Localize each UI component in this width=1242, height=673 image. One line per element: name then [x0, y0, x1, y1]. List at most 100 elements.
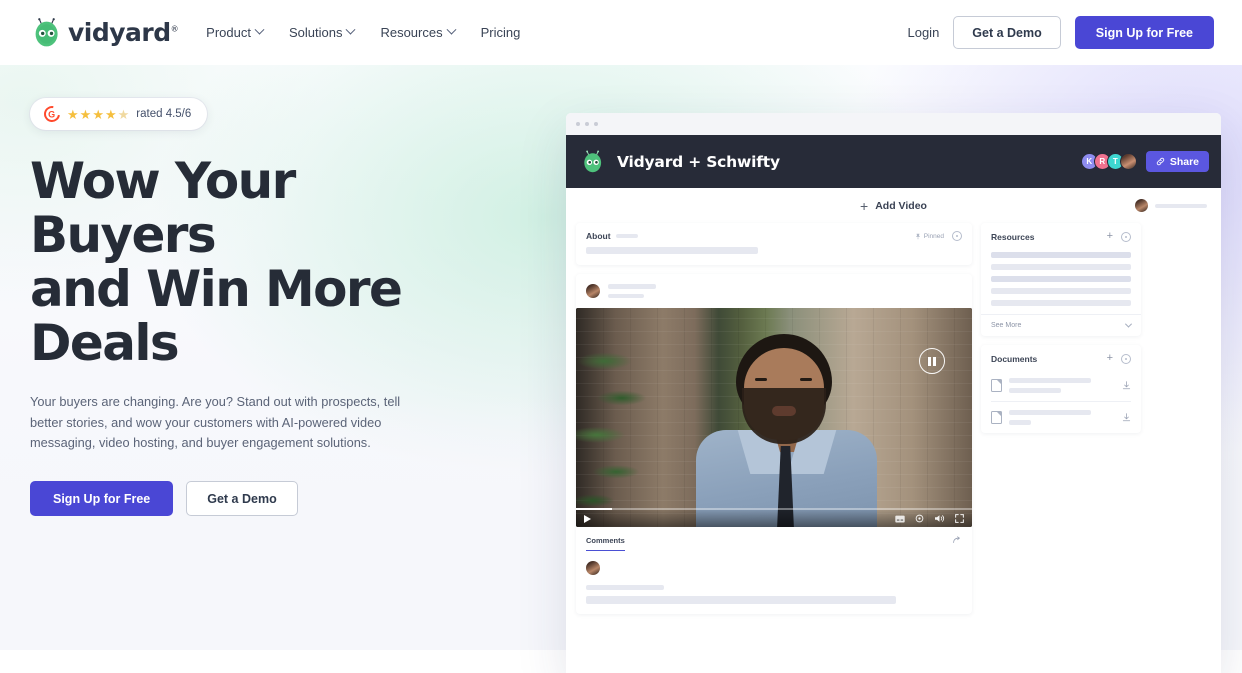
video-author-row [576, 274, 972, 308]
document-row[interactable] [981, 370, 1141, 401]
add-video-label: Add Video [875, 199, 927, 212]
resource-line [991, 300, 1131, 306]
about-card-body [576, 247, 972, 265]
pause-overlay-button[interactable] [919, 348, 945, 374]
resource-line [991, 288, 1131, 294]
login-link[interactable]: Login [907, 25, 939, 40]
about-text-placeholder [586, 247, 758, 254]
author-name-placeholder [608, 284, 656, 289]
nav-actions: Login Get a Demo Sign Up for Free [907, 16, 1214, 49]
video-plant [576, 316, 671, 521]
document-name-placeholder [1009, 410, 1091, 415]
user-avatar[interactable] [1135, 199, 1148, 212]
play-icon[interactable] [584, 514, 591, 523]
nav-item-resources[interactable]: Resources [380, 24, 457, 40]
hero-subcopy: Your buyers are changing. Are you? Stand… [30, 394, 401, 451]
star-rating: ★ ★ ★ ★ ★ [67, 108, 129, 121]
download-icon[interactable] [1122, 381, 1131, 390]
volume-icon[interactable] [934, 514, 945, 523]
vidyard-logo-icon [30, 16, 64, 50]
workspace-header-actions: K R T Share [1080, 151, 1209, 172]
window-dot-icon [585, 122, 589, 126]
nav-item-pricing[interactable]: Pricing [481, 25, 521, 40]
about-card-actions: Pinned [915, 231, 962, 241]
tab-comments[interactable]: Comments [586, 536, 625, 551]
add-document-icon[interactable]: + [1107, 353, 1113, 364]
add-resource-icon[interactable]: + [1107, 231, 1113, 242]
hero-cta-group: Sign Up for Free Get a Demo [30, 481, 460, 517]
video-subject-person [694, 334, 879, 527]
get-a-demo-button[interactable]: Get a Demo [953, 16, 1061, 49]
about-title-placeholder [615, 234, 638, 238]
documents-card-header: Documents + [981, 345, 1141, 370]
star-icon: ★ [92, 106, 104, 122]
commenter-avatar[interactable] [586, 561, 600, 575]
settings-gear-icon[interactable] [915, 514, 924, 523]
vidyard-logo[interactable]: vidyard® [30, 16, 179, 50]
star-half-icon: ★ [117, 106, 130, 122]
document-name-placeholder [1009, 378, 1091, 383]
video-controls-right [895, 514, 964, 523]
hero-sign-up-button[interactable]: Sign Up for Free [30, 481, 174, 517]
video-meta-placeholder [608, 294, 644, 298]
workspace-logo-icon [580, 149, 606, 175]
person-mouth [772, 406, 796, 416]
g2-glyph: G [48, 109, 56, 120]
video-player[interactable] [576, 308, 972, 527]
fullscreen-icon[interactable] [955, 514, 964, 523]
document-row[interactable] [981, 402, 1141, 433]
toolbar-user [1135, 199, 1207, 212]
window-dot-icon [594, 122, 598, 126]
person-eye-left [755, 378, 767, 381]
resource-line [991, 276, 1131, 282]
captions-icon[interactable] [895, 515, 905, 523]
video-controls [576, 510, 972, 527]
document-meta-placeholder [1009, 420, 1031, 425]
file-icon [991, 411, 1002, 424]
comment-author-placeholder [586, 585, 664, 590]
sign-up-button[interactable]: Sign Up for Free [1074, 16, 1214, 49]
comments-section-header: Comments [576, 527, 972, 551]
nav-item-product[interactable]: Product [206, 24, 265, 40]
workspace-body: About Pinned Comments Resources + See Mo… [566, 223, 1221, 623]
avatar-photo[interactable] [1119, 153, 1137, 170]
pinned-label: Pinned [923, 232, 944, 240]
top-navbar: vidyard® Product Solutions Resources Pri… [0, 0, 1242, 65]
rating-badge[interactable]: G ★ ★ ★ ★ ★ rated 4.5/6 [30, 98, 208, 130]
product-screenshot-mockup: Vidyard + Schwifty K R T Share + Add Vid… [566, 113, 1221, 673]
pinned-badge[interactable]: Pinned [915, 233, 944, 240]
headline-line-2: and Win More Deals [30, 260, 403, 372]
documents-card-title: Documents [991, 353, 1038, 364]
resource-line [991, 252, 1131, 258]
nav-item-solutions[interactable]: Solutions [289, 24, 356, 40]
author-avatar[interactable] [586, 284, 600, 298]
gear-icon[interactable] [1121, 353, 1131, 364]
reply-arrow-icon[interactable] [953, 536, 962, 544]
hero-content: G ★ ★ ★ ★ ★ rated 4.5/6 Wow Your Buyers … [30, 98, 460, 517]
download-icon[interactable] [1122, 413, 1131, 422]
add-video-button[interactable]: + Add Video [860, 199, 927, 213]
primary-nav: Product Solutions Resources Pricing [206, 24, 521, 40]
plus-icon: + [860, 197, 869, 214]
video-card: Comments [576, 274, 972, 614]
pause-bar-icon [928, 356, 931, 366]
resources-card-title: Resources [991, 231, 1035, 242]
window-dot-icon [576, 122, 580, 126]
link-icon [1156, 157, 1165, 166]
comment-input-placeholder[interactable] [586, 596, 896, 604]
resources-list [981, 248, 1141, 314]
gear-icon[interactable] [1121, 231, 1131, 242]
resources-card-header: Resources + [981, 223, 1141, 248]
file-icon [991, 379, 1002, 392]
gear-icon[interactable] [952, 231, 962, 241]
nav-item-resources-label: Resources [380, 25, 443, 40]
nav-item-pricing-label: Pricing [480, 25, 521, 40]
see-more-button[interactable]: See More [981, 314, 1141, 336]
hero-get-a-demo-button[interactable]: Get a Demo [186, 481, 298, 517]
about-card-title: About [586, 231, 611, 241]
see-more-label: See More [991, 322, 1022, 329]
vidyard-wordmark-text: vidyard [68, 18, 171, 47]
workspace-title: Vidyard + Schwifty [617, 152, 780, 171]
share-button[interactable]: Share [1145, 151, 1209, 172]
resources-card-actions: + [1107, 231, 1131, 242]
